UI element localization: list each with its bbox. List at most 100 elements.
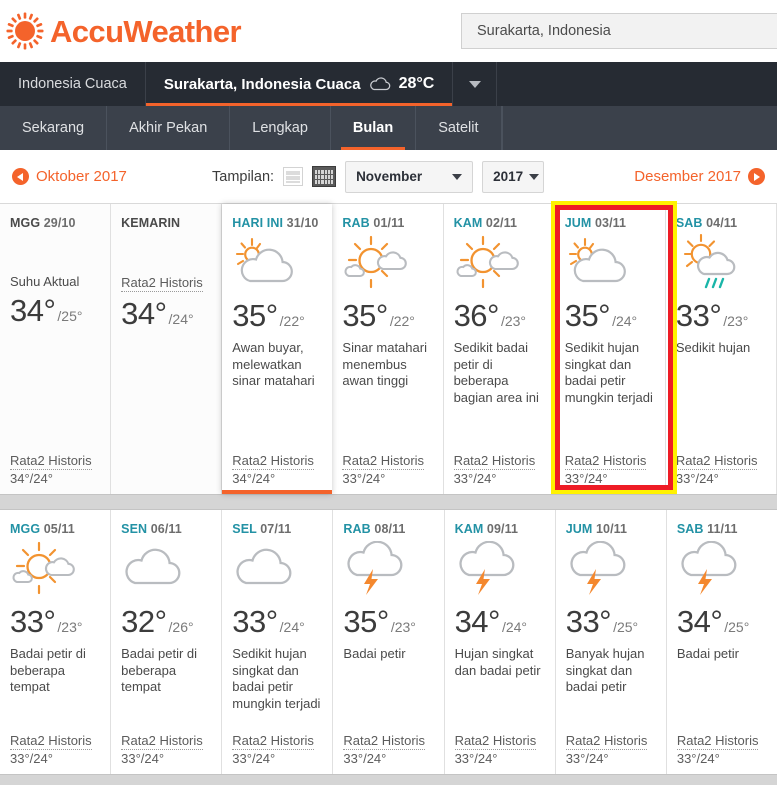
low-temp: /25° (724, 619, 750, 635)
day-cell-0111[interactable]: RAB 01/11 35° /22° Sinar matahari menemb… (332, 204, 444, 494)
day-cell-kemarin[interactable]: KEMARIN Rata2 Historis 34° /24° (111, 204, 223, 494)
location-navbar: Indonesia Cuaca Surakarta, Indonesia Cua… (0, 62, 777, 106)
historical-label[interactable]: Rata2 Historis (232, 733, 314, 750)
historical-label[interactable]: Rata2 Historis (454, 733, 537, 750)
historical-label[interactable]: Rata2 Historis (121, 275, 203, 293)
sun-icon (6, 12, 44, 50)
day-cell-1111[interactable]: SAB 11/11 34° /25° Badai petir Rata2 His… (667, 510, 777, 774)
prev-month-button[interactable]: Oktober 2017 (12, 168, 127, 185)
day-of-week: MGG (10, 522, 41, 536)
tab-label: Sekarang (22, 120, 85, 136)
list-view-icon[interactable] (283, 167, 304, 186)
tab-lengkap[interactable]: Lengkap (230, 106, 331, 150)
day-of-week: RAB (342, 216, 370, 230)
historical-label[interactable]: Rata2 Historis (565, 733, 648, 750)
thunderstorm-icon (570, 541, 626, 595)
cloud-icon (369, 77, 390, 91)
historical-block: Rata2 Historis 33°/24° (676, 732, 767, 766)
high-temp: 32° (121, 604, 167, 639)
historical-label[interactable]: Rata2 Historis (453, 453, 536, 470)
temperature-block: 35° /24° (565, 298, 655, 334)
day-cell-0911[interactable]: KAM 09/11 34° /24° Hujan singkat dan bad… (445, 510, 556, 774)
low-temp: /24° (612, 313, 638, 329)
high-temp: 34° (121, 296, 167, 332)
nav-current-location[interactable]: Surakarta, Indonesia Cuaca 28°C (145, 62, 454, 106)
day-number: 02/11 (485, 216, 518, 230)
weather-phrase: Badai petir (676, 646, 739, 661)
temperature-block: 35° /22° (232, 298, 322, 334)
day-cell-0611[interactable]: SEN 06/11 32° /26° Badai petir di bebera… (111, 510, 223, 774)
location-search-input[interactable]: Surakarta, Indonesia (461, 13, 777, 49)
day-cell-0711[interactable]: SEL 07/11 33° /24° Sedikit hujan singkat… (222, 510, 334, 774)
weather-icon-slot (565, 232, 655, 294)
historical-label[interactable]: Rata2 Historis (342, 453, 425, 470)
tab-akhir-pekan[interactable]: Akhir Pekan (107, 106, 231, 150)
historical-label[interactable]: Rata2 Historis (121, 733, 203, 750)
nav-region-label: Indonesia Cuaca (18, 76, 127, 92)
historical-label[interactable]: Rata2 Historis (343, 733, 426, 750)
accuweather-logo[interactable]: AccuWeather (6, 12, 242, 50)
day-header: SAB 11/11 (677, 522, 767, 536)
thunderstorm-icon (458, 541, 515, 595)
historical-block: Rata2 Historis 33°/24° (675, 452, 766, 486)
historical-label[interactable]: Rata2 Historis (10, 453, 92, 470)
day-of-week: KAM (454, 522, 484, 536)
high-temp: 35° (342, 298, 388, 333)
weather-phrase: Sedikit badai petir di beberapa bagian a… (453, 340, 539, 405)
day-cell-0311[interactable]: JUM 03/11 35° /24° Sedikit hujan singkat… (555, 204, 666, 494)
temperature-block: 34° /24° (121, 296, 211, 332)
day-cell-0511[interactable]: MGG 05/11 33° /23° Badai petir di bebera… (0, 510, 112, 774)
historical-label[interactable]: Rata2 Historis (676, 733, 759, 750)
historical-label[interactable]: Rata2 Historis (564, 453, 647, 470)
weather-phrase: Sedikit hujan singkat dan badai petir mu… (564, 340, 653, 405)
historical-label[interactable]: Rata2 Historis (675, 453, 758, 470)
weather-icon-slot (455, 538, 545, 600)
historical-label[interactable]: Rata2 Historis (10, 733, 92, 750)
day-cell-today[interactable]: HARI INI 31/10 35° /22° Awan buyar, mele… (222, 204, 333, 494)
low-temp: /24° (279, 619, 305, 635)
weather-phrase: Hujan singkat dan badai petir (454, 646, 541, 678)
temperature-block: 33° /23° (10, 604, 100, 640)
high-temp: 33° (10, 604, 56, 639)
year-select[interactable]: 2017 (482, 160, 545, 193)
tab-label: Bulan (352, 120, 394, 136)
historical-value: 33°/24° (342, 471, 386, 486)
day-cell-1011[interactable]: JUM 10/11 33° /25° Banyak hujan singkat … (556, 510, 667, 774)
brand-name: AccuWeather (50, 13, 242, 49)
location-dropdown-button[interactable] (453, 62, 498, 106)
historical-label[interactable]: Rata2 Historis (232, 453, 314, 470)
day-cell-2910[interactable]: MGG 29/10 Suhu Aktual 34° /25° Rata2 His… (0, 204, 112, 494)
tab-bulan[interactable]: Bulan (331, 106, 417, 150)
subnav-filler (501, 106, 777, 150)
arrow-right-circle-icon (748, 168, 765, 185)
day-cell-0811[interactable]: RAB 08/11 35° /23° Badai petir Rata2 His… (333, 510, 445, 774)
historical-value: 33°/24° (454, 751, 498, 766)
nav-region-link[interactable]: Indonesia Cuaca (0, 62, 146, 106)
tab-sekarang[interactable]: Sekarang (0, 106, 108, 150)
day-cell-0411[interactable]: SAB 04/11 33° /23° Sedikit hujan Rata2 H… (666, 204, 777, 494)
next-month-button[interactable]: Desember 2017 (634, 168, 765, 185)
high-temp: 34° (676, 604, 723, 639)
historical-block: Rata2 Historis 33°/24° (342, 452, 432, 486)
view-and-date-controls: Tampilan: November 2017 (212, 160, 545, 193)
high-temp: 34° (10, 293, 56, 328)
weather-icon-slot (343, 538, 433, 600)
calendar-view-icon[interactable] (312, 166, 337, 187)
day-of-week: JUM (564, 216, 592, 230)
sun-cloud-rain-icon (683, 234, 736, 289)
day-number: 10/11 (595, 522, 628, 536)
day-number: 31/10 (286, 216, 319, 230)
day-number: 07/11 (260, 522, 292, 536)
month-select[interactable]: November (345, 160, 474, 193)
day-cell-0211[interactable]: KAM 02/11 36° /23° Sedikit badai petir d… (444, 204, 555, 494)
weather-icon-slot (677, 538, 767, 600)
temperature-block: 33° /25° (566, 604, 656, 640)
low-temp: /22° (279, 313, 305, 329)
day-header: SEN 06/11 (121, 522, 211, 536)
historical-value: 33°/24° (121, 751, 165, 766)
day-header: RAB 08/11 (343, 522, 433, 536)
tab-label: Satelit (438, 120, 479, 136)
day-number: 03/11 (594, 216, 627, 230)
chevron-down-icon (468, 80, 481, 88)
tab-satelit[interactable]: Satelit (416, 106, 502, 150)
